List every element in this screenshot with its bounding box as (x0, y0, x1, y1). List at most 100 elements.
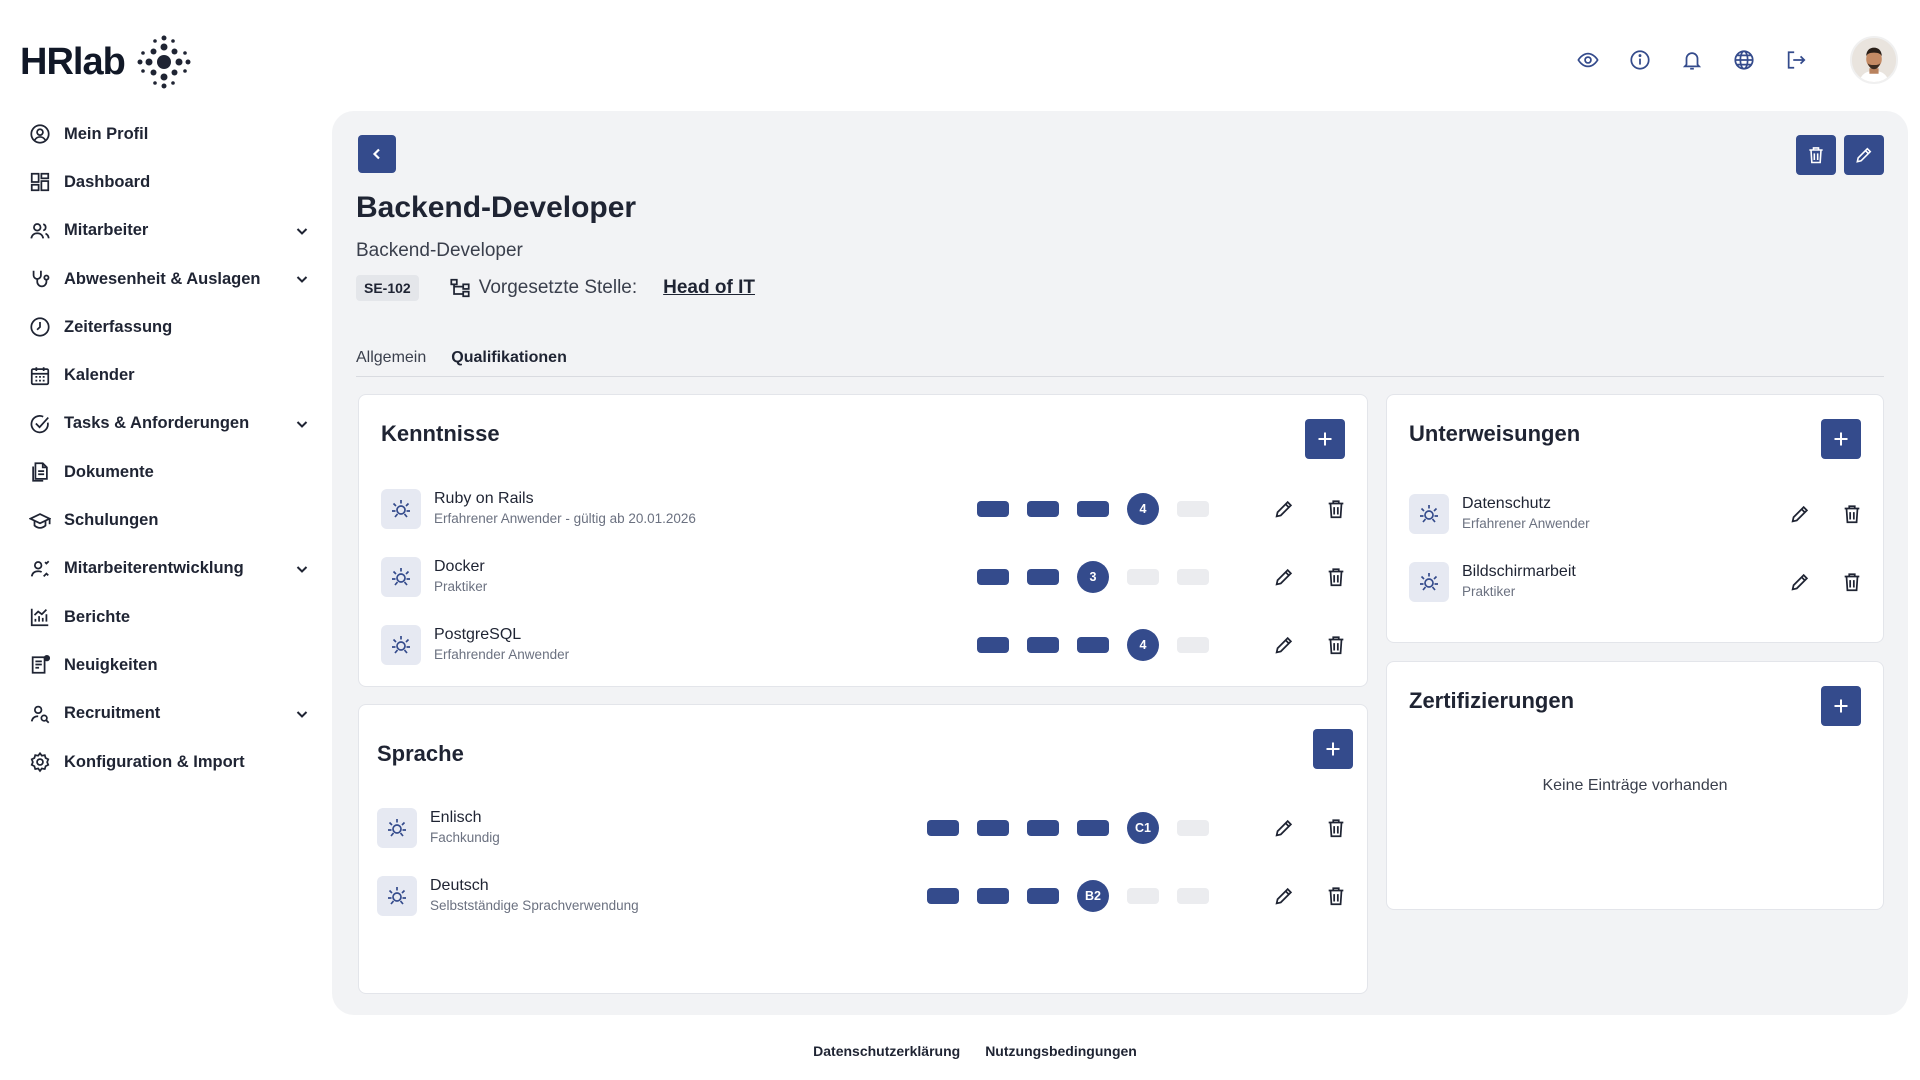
skill-icon (381, 625, 421, 665)
level-marker: 4 (1127, 629, 1159, 661)
supervisor-link[interactable]: Head of IT (663, 277, 755, 299)
terms-link[interactable]: Nutzungsbedingungen (985, 1043, 1137, 1059)
sidebar-item-mitarbeiter[interactable]: Mitarbeiter (22, 207, 318, 255)
avatar[interactable] (1850, 36, 1898, 84)
sidebar-item-label: Dashboard (64, 172, 151, 191)
sidebar-item-neuigkeiten[interactable]: Neuigkeiten (22, 641, 318, 689)
sidebar-item-schulungen[interactable]: Schulungen (22, 496, 318, 544)
tab-qualifikationen[interactable]: Qualifikationen (451, 337, 567, 376)
level-segment-filled (1027, 501, 1059, 517)
user-circle-icon (28, 122, 52, 146)
tab-allgemein[interactable]: Allgemein (356, 337, 426, 376)
sidebar-item-label: Abwesenheit & Auslagen (64, 269, 261, 288)
sidebar-item-label: Mitarbeiterentwicklung (64, 559, 244, 578)
add-kenntnis-button[interactable] (1305, 419, 1345, 459)
edit-button[interactable] (1267, 628, 1301, 662)
main-panel: Backend-Developer Backend-Developer SE-1… (332, 111, 1908, 1015)
position-meta: SE-102 Vorgesetzte Stelle: Head of IT (356, 275, 755, 301)
edit-button[interactable] (1783, 497, 1817, 531)
delete-button[interactable] (1319, 492, 1353, 526)
empty-state-text: Keine Einträge vorhanden (1542, 777, 1728, 794)
level-segment-empty (1177, 888, 1209, 904)
chevron-down-icon[interactable] (292, 559, 312, 579)
skill-level: 4 (977, 629, 1209, 661)
privacy-link[interactable]: Datenschutzerklärung (813, 1043, 960, 1059)
level-segment-empty (1127, 569, 1159, 585)
sidebar-item-kalender[interactable]: Kalender (22, 351, 318, 399)
logout-icon[interactable] (1784, 48, 1808, 72)
footer: Datenschutzerklärung Nutzungsbedingungen (0, 1043, 1920, 1059)
plus-icon (1318, 432, 1332, 446)
chevron-down-icon[interactable] (292, 414, 312, 434)
sidebar-item-dashboard[interactable]: Dashboard (22, 158, 318, 206)
chevron-down-icon[interactable] (292, 704, 312, 724)
logo[interactable]: HRlab (20, 35, 191, 89)
info-icon[interactable] (1628, 48, 1652, 72)
back-button[interactable] (358, 135, 396, 173)
chevron-down-icon[interactable] (292, 269, 312, 289)
globe-icon[interactable] (1732, 48, 1756, 72)
training-description: Erfahrener Anwender (1462, 516, 1590, 531)
sidebar-item-label: Neuigkeiten (64, 655, 158, 674)
delete-position-button[interactable] (1796, 135, 1836, 175)
sidebar-item-konfiguration-import[interactable]: Konfiguration & Import (22, 738, 318, 786)
clock-icon (28, 315, 52, 339)
language-description: Selbstständige Sprachverwendung (430, 898, 639, 913)
eye-icon[interactable] (1576, 48, 1600, 72)
level-segment-empty (1177, 637, 1209, 653)
plus-icon (1326, 742, 1340, 756)
bell-icon[interactable] (1680, 48, 1704, 72)
sidebar-item-mein-profil[interactable]: Mein Profil (22, 110, 318, 158)
edit-button[interactable] (1267, 492, 1301, 526)
delete-button[interactable] (1319, 560, 1353, 594)
add-unterweisung-button[interactable] (1821, 419, 1861, 459)
kenntnisse-title: Kenntnisse (381, 421, 500, 446)
sidebar-item-tasks-anforderungen[interactable]: Tasks & Anforderungen (22, 400, 318, 448)
edit-button[interactable] (1267, 811, 1301, 845)
sidebar-item-abwesenheit-auslagen[interactable]: Abwesenheit & Auslagen (22, 255, 318, 303)
sidebar-item-label: Recruitment (64, 704, 161, 723)
skill-text: Ruby on Rails Erfahrener Anwender - gült… (434, 489, 977, 529)
pencil-icon (1275, 887, 1293, 905)
language-description: Fachkundig (430, 830, 500, 845)
delete-button[interactable] (1319, 879, 1353, 913)
training-description: Praktiker (1462, 584, 1516, 599)
level-segment-filled (1027, 820, 1059, 836)
delete-button[interactable] (1835, 497, 1869, 531)
skill-description: Erfahrener Anwender - gültig ab 20.01.20… (434, 511, 696, 526)
add-sprache-button[interactable] (1313, 729, 1353, 769)
edit-position-button[interactable] (1844, 135, 1884, 175)
pencil-icon (1275, 819, 1293, 837)
pencil-icon (1791, 573, 1809, 591)
news-icon (28, 653, 52, 677)
level-segment-filled (1027, 637, 1059, 653)
list-item: PostgreSQL Erfahrender Anwender 4 (381, 620, 1353, 670)
avatar-portrait-icon (1852, 38, 1896, 82)
sidebar-item-zeiterfassung[interactable]: Zeiterfassung (22, 303, 318, 351)
sidebar-item-label: Tasks & Anforderungen (64, 414, 250, 433)
training-name: Datenschutz (1462, 495, 1551, 512)
training-text: Datenschutz Erfahrener Anwender (1462, 494, 1765, 534)
list-item: Deutsch Selbstständige Sprachverwendung … (377, 871, 1353, 921)
level-segment-empty (1177, 820, 1209, 836)
page-subtitle: Backend-Developer (356, 240, 523, 261)
edit-button[interactable] (1267, 879, 1301, 913)
edit-button[interactable] (1267, 560, 1301, 594)
delete-button[interactable] (1319, 628, 1353, 662)
skill-icon (381, 489, 421, 529)
chevron-down-icon[interactable] (292, 221, 312, 241)
level-segment-filled (977, 888, 1009, 904)
skill-name: Docker (434, 558, 485, 575)
level-segment-filled (927, 888, 959, 904)
zertifizierungen-card: Zertifizierungen Keine Einträge vorhande… (1386, 661, 1884, 910)
sidebar-item-mitarbeiterentwicklung[interactable]: Mitarbeiterentwicklung (22, 545, 318, 593)
sidebar-item-recruitment[interactable]: Recruitment (22, 690, 318, 738)
edit-button[interactable] (1783, 565, 1817, 599)
level-segment-filled (977, 569, 1009, 585)
add-zertifizierung-button[interactable] (1821, 686, 1861, 726)
user-growth-icon (28, 557, 52, 581)
delete-button[interactable] (1835, 565, 1869, 599)
sidebar-item-dokumente[interactable]: Dokumente (22, 448, 318, 496)
delete-button[interactable] (1319, 811, 1353, 845)
sidebar-item-berichte[interactable]: Berichte (22, 593, 318, 641)
